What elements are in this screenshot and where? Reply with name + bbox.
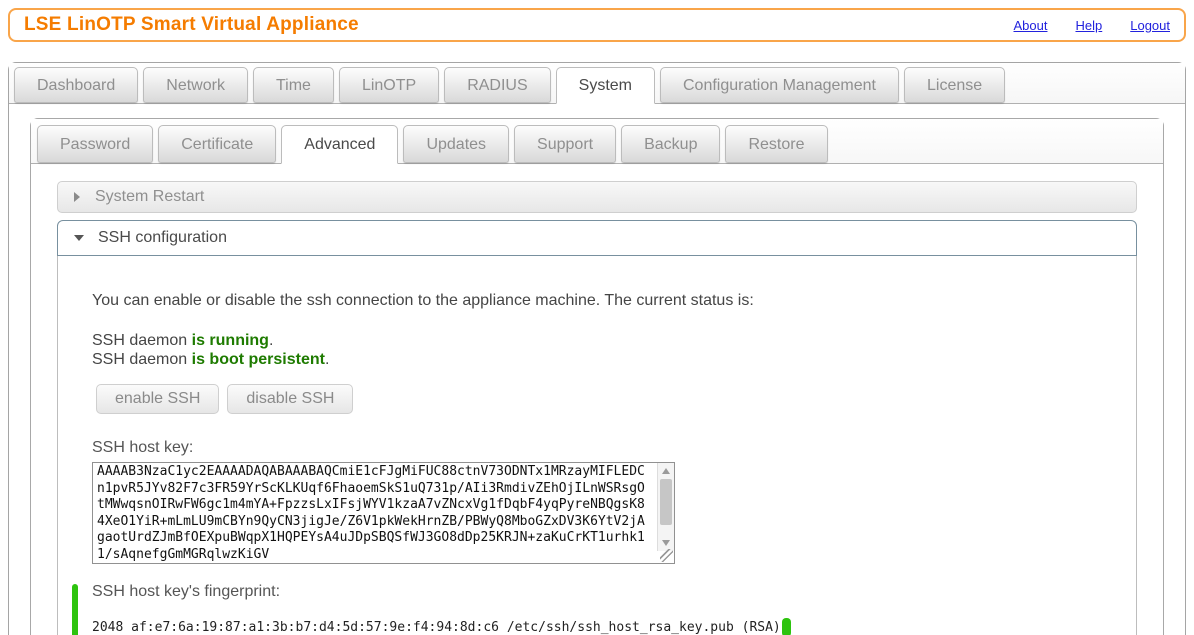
system-panel-body: Password Certificate Advanced Updates Su… <box>9 104 1185 635</box>
fingerprint-value: 2048 af:e7:6a:19:87:a1:3b:b7:d4:5d:57:9e… <box>92 620 781 635</box>
triangle-down-icon <box>74 235 84 241</box>
triangle-right-icon <box>74 192 80 202</box>
app-title: LSE LinOTP Smart Virtual Appliance <box>24 14 359 36</box>
tab-restore[interactable]: Restore <box>725 125 827 163</box>
textarea-scrollbar[interactable] <box>657 463 674 551</box>
help-link[interactable]: Help <box>1075 18 1102 33</box>
green-cursor-block <box>782 618 791 635</box>
fingerprint-line: 2048 af:e7:6a:19:87:a1:3b:b7:d4:5d:57:9e… <box>92 618 1102 635</box>
ssh-daemon-prefix: SSH daemon <box>92 351 187 368</box>
accordion-system-restart[interactable]: System Restart <box>57 181 1137 213</box>
ssh-daemon-running-status: is running <box>192 332 269 349</box>
accordion-system-restart-label: System Restart <box>95 188 204 206</box>
logout-link[interactable]: Logout <box>1130 18 1170 33</box>
tab-password[interactable]: Password <box>37 125 153 163</box>
tab-advanced[interactable]: Advanced <box>281 125 398 164</box>
scrollbar-thumb[interactable] <box>660 479 672 525</box>
ssh-intro-text: You can enable or disable the ssh connec… <box>92 292 1102 310</box>
ssh-button-row: enable SSH disable SSH <box>96 384 1102 414</box>
ssh-configuration-panel: You can enable or disable the ssh connec… <box>57 256 1137 635</box>
ssh-daemon-persistent-line: SSH daemon is boot persistent. <box>92 350 1102 369</box>
ssh-host-key-field: AAAAB3NzaC1yc2EAAAADAQABAAABAQCmiE1cFJgM… <box>92 462 675 564</box>
fingerprint-label: SSH host key's fingerprint: <box>92 583 1102 601</box>
disable-ssh-button[interactable]: disable SSH <box>227 384 353 414</box>
header-links: About Help Logout <box>1014 18 1171 33</box>
advanced-panel-body: System Restart SSH configuration You can… <box>31 164 1163 635</box>
period: . <box>269 332 273 349</box>
tab-network[interactable]: Network <box>143 67 248 103</box>
ssh-host-key-textarea[interactable]: AAAAB3NzaC1yc2EAAAADAQABAAABAQCmiE1cFJgM… <box>93 463 674 563</box>
ssh-daemon-prefix: SSH daemon <box>92 332 187 349</box>
tab-radius[interactable]: RADIUS <box>444 67 550 103</box>
ssh-daemon-status-line: SSH daemon is running. <box>92 331 1102 350</box>
scroll-up-arrow-icon[interactable] <box>662 468 670 474</box>
tab-configuration-management[interactable]: Configuration Management <box>660 67 899 103</box>
main-tab-panel: Dashboard Network Time LinOTP RADIUS Sys… <box>8 62 1186 635</box>
system-sub-tab-bar: Password Certificate Advanced Updates Su… <box>31 119 1163 164</box>
tab-linotp[interactable]: LinOTP <box>339 67 439 103</box>
tab-system[interactable]: System <box>556 67 655 104</box>
tab-license[interactable]: License <box>904 67 1005 103</box>
about-link[interactable]: About <box>1014 18 1048 33</box>
ssh-daemon-persistent-status: is boot persistent <box>192 351 325 368</box>
system-sub-tab-panel: Password Certificate Advanced Updates Su… <box>30 118 1164 635</box>
fingerprint-section: SSH host key's fingerprint: 2048 af:e7:6… <box>92 583 1102 635</box>
tab-certificate[interactable]: Certificate <box>158 125 276 163</box>
app-header: LSE LinOTP Smart Virtual Appliance About… <box>8 8 1186 42</box>
accordion-ssh-configuration[interactable]: SSH configuration <box>57 220 1137 256</box>
tab-updates[interactable]: Updates <box>403 125 509 163</box>
tab-dashboard[interactable]: Dashboard <box>14 67 138 103</box>
tab-support[interactable]: Support <box>514 125 616 163</box>
enable-ssh-button[interactable]: enable SSH <box>96 384 219 414</box>
tab-backup[interactable]: Backup <box>621 125 720 163</box>
ssh-host-key-label: SSH host key: <box>92 439 1102 457</box>
resize-grip-icon[interactable] <box>660 549 673 562</box>
period: . <box>325 351 329 368</box>
accordion-ssh-configuration-label: SSH configuration <box>98 229 227 247</box>
scroll-down-arrow-icon[interactable] <box>662 540 670 546</box>
main-tab-bar: Dashboard Network Time LinOTP RADIUS Sys… <box>9 63 1185 104</box>
green-indicator-bar <box>72 584 78 635</box>
tab-time[interactable]: Time <box>253 67 334 103</box>
